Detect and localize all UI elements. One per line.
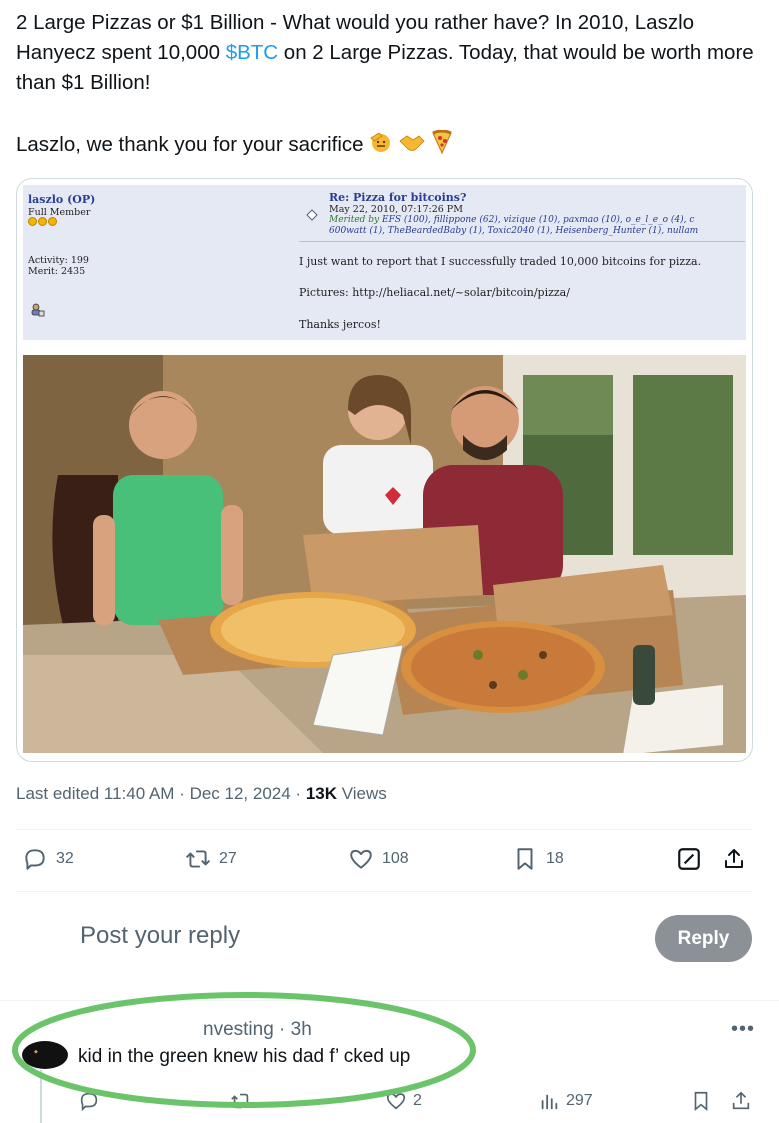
heart-icon	[350, 849, 372, 869]
tweet-text: 2 Large Pizzas or $1 Billion - What woul…	[16, 8, 766, 163]
btc-cashtag-link[interactable]: $BTC	[226, 41, 278, 64]
reply-author-time[interactable]: nvesting · 3h	[203, 1019, 312, 1041]
divider	[16, 891, 753, 892]
forum-merited: Merited by EFS (100), fillippone (62), v…	[329, 215, 699, 236]
thread-line	[40, 1070, 42, 1123]
forum-body-1: I just want to report that I successfull…	[299, 255, 702, 268]
forum-divider	[299, 241, 745, 242]
repost-count: 27	[219, 850, 237, 867]
reply-reply-button[interactable]	[78, 1090, 106, 1112]
bookmark-icon	[517, 848, 533, 870]
divider	[16, 829, 753, 830]
grok-button[interactable]	[676, 846, 710, 872]
reply-views-button[interactable]: 297	[538, 1090, 593, 1112]
forum-subject: Re: Pizza for bitcoins?	[329, 191, 467, 204]
forum-merit: Merit: 2435	[28, 266, 86, 277]
reply-count: 32	[56, 850, 74, 867]
forum-body-3: Thanks jercos!	[299, 318, 381, 331]
edited-timestamp[interactable]: Last edited 11:40 AM · Dec 12, 2024 ·	[16, 784, 306, 803]
reply-like-count: 2	[413, 1092, 422, 1109]
forum-date: May 22, 2010, 07:17:26 PM	[329, 204, 463, 215]
reply-input[interactable]: Post your reply	[80, 922, 240, 950]
forum-username: laszlo (OP)	[28, 193, 96, 206]
forum-activity: Activity: 199	[28, 255, 89, 266]
saluting-face-icon	[369, 130, 393, 163]
handshake-icon	[399, 132, 425, 163]
pizza-photo	[23, 355, 746, 753]
avatar-logo: ◆	[34, 1049, 38, 1055]
repost-icon	[186, 850, 210, 868]
forum-body-2: Pictures: http://heliacal.net/~solar/bit…	[299, 286, 570, 299]
rank-coins-icon	[28, 217, 58, 229]
like-action-button[interactable]: 108	[348, 846, 409, 872]
reply-like-button[interactable]: 2	[385, 1090, 422, 1112]
share-icon	[732, 1091, 750, 1110]
reply-action-button[interactable]: 32	[22, 846, 74, 872]
views-icon	[541, 1094, 558, 1110]
share-icon	[725, 849, 743, 868]
bookmark-count: 18	[546, 850, 564, 867]
heart-icon	[386, 1093, 406, 1110]
reply-icon	[80, 1092, 98, 1112]
grok-icon	[678, 848, 700, 870]
divider	[0, 1000, 779, 1001]
reply-submit-button[interactable]: Reply	[655, 915, 752, 962]
repost-action-button[interactable]: 27	[185, 846, 237, 872]
repost-icon	[231, 1093, 251, 1109]
forum-post-screenshot: laszlo (OP) Full Member Activity: 199 Me…	[23, 185, 746, 340]
more-options-icon[interactable]: •••	[731, 1018, 755, 1041]
like-count: 108	[382, 850, 409, 867]
tweet-media[interactable]: laszlo (OP) Full Member Activity: 199 Me…	[16, 178, 753, 762]
reply-share-button[interactable]	[730, 1090, 758, 1112]
reply-text: kid in the green knew his dad f’ cked up	[78, 1046, 411, 1067]
bookmark-action-button[interactable]: 18	[512, 846, 564, 872]
pizza-icon	[431, 129, 453, 163]
tweet-text-thanks: Laszlo, we thank you for your sacrifice	[16, 133, 364, 156]
reply-views-count: 297	[566, 1092, 593, 1109]
reply-icon	[25, 849, 45, 870]
user-profile-icon	[31, 303, 45, 320]
tweet-meta: Last edited 11:40 AM · Dec 12, 2024 · 13…	[16, 784, 387, 804]
post-icon	[306, 209, 318, 221]
bookmark-icon	[694, 1091, 708, 1112]
reply-repost-button[interactable]	[230, 1090, 258, 1112]
reply-avatar[interactable]: ◆	[22, 1041, 68, 1069]
share-button[interactable]	[722, 846, 754, 872]
views-count: 13K	[305, 784, 337, 803]
reply-bookmark-button[interactable]	[690, 1090, 718, 1112]
views-label: Views	[337, 784, 387, 803]
